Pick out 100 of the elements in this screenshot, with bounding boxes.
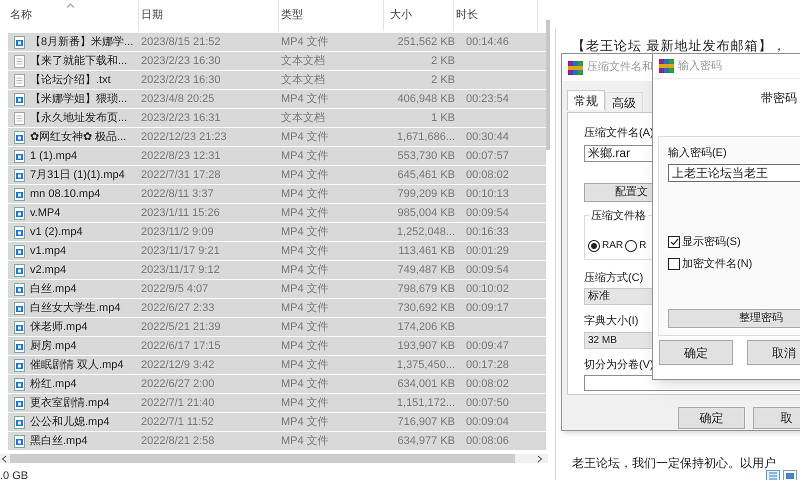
file-date: 2022/6/27 2:33	[141, 300, 216, 316]
file-size: 798,679 KB	[396, 282, 455, 297]
column-header[interactable]: 类型	[279, 0, 384, 31]
file-duration: 00:08:06	[466, 434, 509, 449]
video-file-icon	[14, 320, 24, 334]
file-type: MP4 文件	[281, 148, 330, 164]
file-row[interactable]: 【永久地址发布页... 2023/2/23 16:31 文本文档 1 KB	[8, 109, 546, 128]
file-row[interactable]: 厨房.mp4 2022/6/17 17:15 MP4 文件 193,907 KB 00:09:47	[8, 337, 546, 356]
file-type: MP4 文件	[281, 244, 330, 259]
checkbox-label: 加密文件名(N)	[682, 256, 752, 272]
file-name: 【来了就能下载和...	[30, 54, 128, 69]
file-row[interactable]: v2.mp4 2023/11/17 9:12 MP4 文件 749,487 KB 00:09:54	[8, 261, 546, 280]
file-name: 白丝.mp4	[30, 282, 78, 297]
file-row[interactable]: v.MP4 2023/1/11 15:26 MP4 文件 985,004 KB 00:09:54	[8, 204, 546, 223]
column-header[interactable]: 日期	[139, 0, 279, 31]
file-type: MP4 文件	[281, 396, 330, 411]
file-type: 文本文档	[281, 110, 326, 126]
column-header[interactable]: 时长	[454, 0, 538, 31]
file-type: 文本文档	[281, 54, 326, 69]
file-date: 2022/5/21 21:39	[141, 320, 222, 335]
file-duration: 00:01:29	[466, 244, 509, 259]
dialog-button[interactable]: 确定	[659, 340, 733, 365]
scrollbar-thumb[interactable]	[546, 20, 550, 150]
file-row[interactable]: 白丝.mp4 2022/9/5 4:07 MP4 文件 798,679 KB 00:10:02	[8, 280, 546, 299]
file-name: 【永久地址发布页...	[30, 110, 128, 126]
dialog-button[interactable]: 取消	[747, 340, 800, 365]
radio-label: R	[639, 239, 646, 253]
file-row[interactable]: 催眠剧情 双人.mp4 2022/12/9 3:42 MP4 文件 1,375,450... 00:17:28	[8, 356, 546, 375]
file-type: MP4 文件	[281, 414, 330, 430]
file-name: v2.mp4	[30, 262, 68, 278]
file-row[interactable]: mn 08.10.mp4 2022/8/11 3:37 MP4 文件 799,209 KB 00:10:13	[8, 185, 546, 204]
file-row[interactable]: 白丝女大学生.mp4 2022/6/27 2:33 MP4 文件 730,692 KB 00:09:17	[8, 299, 546, 318]
chevron-left-icon[interactable]	[1, 454, 7, 462]
file-name: 7月31日 (1)(1).mp4	[30, 168, 126, 183]
file-row[interactable]: 1 (1).mp4 2022/8/23 12:31 MP4 文件 553,730 KB 00:07:57	[8, 147, 546, 166]
file-row[interactable]: 7月31日 (1)(1).mp4 2022/7/31 17:28 MP4 文件 645,461 KB 00:08:02	[8, 166, 546, 185]
file-name: v1.mp4	[30, 244, 68, 259]
file-size: 251,562 KB	[396, 34, 455, 50]
file-type: MP4 文件	[281, 206, 330, 221]
checkbox-label: 显示密码(S)	[682, 234, 741, 250]
file-name: 【8月新番】米娜学...	[30, 34, 134, 50]
tab[interactable]: 常规	[567, 90, 605, 110]
file-duration: 00:10:13	[466, 186, 509, 202]
document-line: 【老王论坛 最新地址发布邮箱】，	[572, 37, 786, 55]
file-row[interactable]: 公公和儿媳.mp4 2022/7/1 11:52 MP4 文件 716,907 KB 00:09:04	[8, 413, 546, 432]
column-header[interactable]: 大小	[384, 0, 454, 31]
organize-passwords-button[interactable]: 整理密码	[668, 308, 800, 328]
file-row[interactable]: ✿网红女神✿ 极品... 2022/12/23 21:23 MP4 文件 1,671,686... 00:30:44	[8, 128, 546, 147]
password-field[interactable]: 上老王论坛当老王	[668, 164, 800, 182]
file-date: 2022/7/1 11:52	[141, 414, 215, 430]
dialog-button[interactable]: 确定	[678, 407, 745, 429]
video-file-icon	[14, 282, 24, 296]
video-file-icon	[14, 358, 24, 372]
text-file-icon	[14, 112, 24, 124]
tab[interactable]: 高级	[605, 92, 643, 112]
file-date: 2022/9/5 4:07	[141, 282, 210, 297]
video-file-icon	[14, 264, 24, 276]
file-row[interactable]: 更衣室剧情.mp4 2022/7/1 21:40 MP4 文件 1,151,172... 00:07:50	[8, 394, 546, 413]
file-type: MP4 文件	[281, 186, 330, 202]
file-row[interactable]: 【来了就能下载和... 2023/2/23 16:30 文本文档 2 KB	[8, 52, 546, 71]
video-file-icon	[14, 92, 24, 106]
file-row[interactable]: 【论坛介绍】.txt 2023/2/23 16:30 文本文档 2 KB	[8, 71, 546, 90]
file-row[interactable]: 【米娜学姐】猥琐... 2023/4/8 20:25 MP4 文件 406,948 KB 00:23:54	[8, 90, 546, 109]
file-row[interactable]: v1.mp4 2023/11/17 9:21 MP4 文件 113,461 KB 00:01:29	[8, 242, 546, 261]
file-type: MP4 文件	[281, 168, 330, 183]
column-header[interactable]: 名称	[8, 0, 139, 31]
video-file-icon	[14, 244, 24, 258]
file-size: 406,948 KB	[396, 92, 455, 107]
file-row[interactable]: 黑白丝.mp4 2022/8/21 2:58 MP4 文件 634,977 KB 00:08:06	[8, 432, 546, 451]
dialog-button[interactable]: 取	[753, 407, 800, 429]
file-date: 2023/2/23 16:30	[141, 54, 222, 69]
chevron-right-icon[interactable]	[537, 454, 543, 462]
file-type: MP4 文件	[281, 376, 330, 392]
file-type: MP4 文件	[281, 130, 330, 145]
file-name: 1 (1).mp4	[30, 148, 78, 164]
file-duration: 00:14:46	[466, 34, 509, 50]
details-view-icon[interactable]	[766, 470, 780, 480]
status-text: .0 GB	[0, 469, 28, 480]
field-label: 输入密码(E)	[668, 146, 727, 161]
file-row[interactable]: v1 (2).mp4 2023/11/2 9:09 MP4 文件 1,252,048... 00:16:33	[8, 223, 546, 242]
file-size: 1,375,450...	[396, 358, 455, 373]
file-size: 1,671,686...	[396, 130, 455, 145]
tiles-view-icon[interactable]	[783, 470, 797, 480]
radio-button[interactable]	[625, 240, 638, 252]
file-name: 黑白丝.mp4	[30, 434, 88, 449]
file-date: 2023/8/15 21:52	[141, 34, 222, 50]
file-row[interactable]: 粉红.mp4 2022/6/27 2:00 MP4 文件 634,001 KB 00:08:02	[8, 375, 546, 394]
file-name: 更衣室剧情.mp4	[30, 396, 110, 411]
radio-button[interactable]	[588, 240, 600, 252]
checkbox[interactable]	[668, 236, 680, 248]
video-file-icon	[14, 226, 24, 238]
file-row[interactable]: 【8月新番】米娜学... 2023/8/15 21:52 MP4 文件 251,562 KB 00:14:46	[8, 33, 546, 52]
file-type: MP4 文件	[281, 92, 330, 107]
text-file-icon	[14, 74, 24, 86]
file-duration: 00:09:54	[466, 262, 509, 278]
checkbox[interactable]	[668, 258, 680, 270]
file-date: 2022/7/31 17:28	[141, 168, 222, 183]
file-row[interactable]: 侎老师.mp4 2022/5/21 21:39 MP4 文件 174,206 KB	[8, 318, 546, 337]
file-date: 2023/1/11 15:26	[141, 206, 221, 221]
document-line: 老王论坛，我们一定保持初心。以用户	[572, 456, 776, 470]
